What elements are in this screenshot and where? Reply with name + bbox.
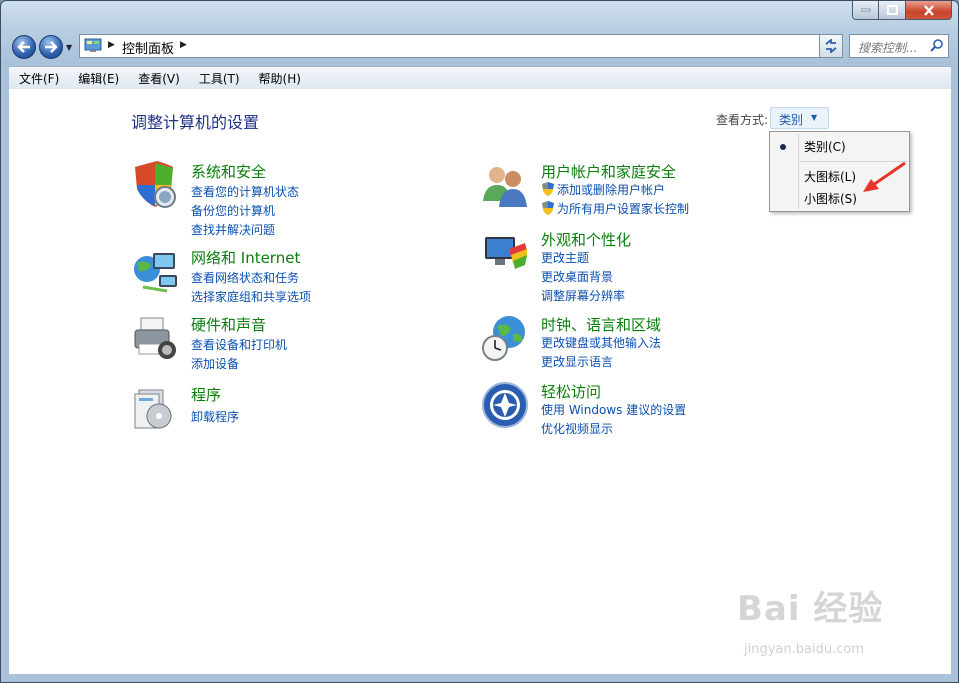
category-title[interactable]: 系统和安全 <box>191 161 266 182</box>
forward-arrow-icon <box>45 41 58 53</box>
link-add-remove-accounts[interactable]: 添加或删除用户帐户 <box>541 181 665 198</box>
menu-tools[interactable]: 工具(T) <box>189 70 249 87</box>
menu-item-large-icons[interactable]: 大图标(L) <box>804 168 856 185</box>
uac-shield-icon <box>542 182 554 196</box>
baidu-watermark-url: jingyan.baidu.com <box>744 642 864 657</box>
users-icon[interactable] <box>481 161 529 209</box>
back-button[interactable] <box>12 35 36 59</box>
back-arrow-icon <box>17 41 30 53</box>
link-uninstall-program[interactable]: 卸载程序 <box>191 408 239 425</box>
view-by-label: 查看方式: <box>716 113 769 127</box>
menu-item-category[interactable]: 类别(C) <box>804 138 846 155</box>
category-title[interactable]: 时钟、语言和区域 <box>541 314 661 335</box>
link-devices-printers[interactable]: 查看设备和打印机 <box>191 336 287 353</box>
link-change-background[interactable]: 更改桌面背景 <box>541 268 613 285</box>
breadcrumb-separator-icon[interactable]: ▶ <box>108 40 115 50</box>
shield-icon[interactable] <box>131 161 179 209</box>
link-change-keyboard[interactable]: 更改键盘或其他输入法 <box>541 334 661 351</box>
uac-shield-icon <box>542 201 554 215</box>
view-by-value: 类别 <box>779 113 804 127</box>
refresh-icon <box>825 39 837 53</box>
menu-item-small-icons[interactable]: 小图标(S) <box>804 190 857 207</box>
ease-of-access-icon[interactable] <box>481 381 529 429</box>
link-adjust-resolution[interactable]: 调整屏幕分辨率 <box>541 287 625 304</box>
link-view-computer-status[interactable]: 查看您的计算机状态 <box>191 183 299 200</box>
link-network-status[interactable]: 查看网络状态和任务 <box>191 269 299 286</box>
programs-icon[interactable] <box>131 384 179 432</box>
forward-button[interactable] <box>39 35 63 59</box>
link-windows-suggested-settings[interactable]: 使用 Windows 建议的设置 <box>541 401 686 418</box>
printer-icon[interactable] <box>131 314 179 362</box>
window-bottom-border <box>9 674 951 678</box>
link-parental-controls[interactable]: 为所有用户设置家长控制 <box>541 200 689 217</box>
radio-selected-icon <box>780 144 786 150</box>
menu-file[interactable]: 文件(F) <box>9 70 68 87</box>
search-icon[interactable] <box>930 39 944 53</box>
link-change-display-language[interactable]: 更改显示语言 <box>541 353 613 370</box>
category-title[interactable]: 轻松访问 <box>541 381 601 402</box>
link-add-device[interactable]: 添加设备 <box>191 355 239 372</box>
network-icon[interactable] <box>131 247 179 295</box>
search-box[interactable]: 搜索控制... <box>849 34 949 58</box>
minimize-button[interactable] <box>852 1 879 20</box>
breadcrumb-separator-icon[interactable]: ▶ <box>180 40 187 50</box>
recent-pages-dropdown[interactable]: ▼ <box>66 43 72 52</box>
menu-view[interactable]: 查看(V) <box>128 70 189 87</box>
category-title[interactable]: 外观和个性化 <box>541 229 631 250</box>
search-input[interactable]: 搜索控制... <box>858 39 917 56</box>
baidu-watermark-logo: Bai 经验 <box>737 589 884 629</box>
menu-help[interactable]: 帮助(H) <box>249 70 310 87</box>
control-panel-window: ▼ ▶ 控制面板 ▶ ▼ 搜索控制... 文件(F) 编辑(E) 查看(V) 工… <box>0 0 959 683</box>
caption-buttons <box>852 1 952 20</box>
clock-globe-icon[interactable] <box>481 314 529 362</box>
link-label: 为所有用户设置家长控制 <box>557 202 690 216</box>
category-title[interactable]: 硬件和声音 <box>191 314 266 335</box>
maximize-button[interactable] <box>879 1 906 20</box>
address-bar[interactable]: ▶ 控制面板 ▶ ▼ <box>79 34 843 58</box>
link-change-theme[interactable]: 更改主题 <box>541 249 589 266</box>
category-title[interactable]: 网络和 Internet <box>191 247 300 268</box>
menu-bar: 文件(F) 编辑(E) 查看(V) 工具(T) 帮助(H) <box>9 66 951 89</box>
link-backup-computer[interactable]: 备份您的计算机 <box>191 202 275 219</box>
category-title[interactable]: 程序 <box>191 384 221 405</box>
menu-gutter <box>798 134 799 209</box>
link-optimize-video[interactable]: 优化视频显示 <box>541 420 613 437</box>
refresh-button[interactable] <box>819 34 843 58</box>
main-content: 调整计算机的设置 查看方式: 类别 ▼ 类别(C) 大图标(L) 小图标(S) <box>9 89 951 674</box>
annotation-arrow <box>863 161 906 192</box>
chevron-down-icon: ▼ <box>811 113 818 122</box>
category-title[interactable]: 用户帐户和家庭安全 <box>541 161 676 182</box>
close-button[interactable] <box>906 1 952 20</box>
page-title: 调整计算机的设置 <box>131 113 260 132</box>
appearance-icon[interactable] <box>481 229 529 277</box>
link-label: 添加或删除用户帐户 <box>557 183 666 197</box>
close-icon <box>923 4 934 16</box>
link-homegroup-sharing[interactable]: 选择家庭组和共享选项 <box>191 288 311 305</box>
navigation-bar: ▼ ▶ 控制面板 ▶ ▼ 搜索控制... <box>9 31 949 61</box>
control-panel-icon <box>84 38 102 52</box>
view-by-dropdown[interactable]: 类别 ▼ <box>770 107 829 129</box>
menu-edit[interactable]: 编辑(E) <box>68 70 128 87</box>
breadcrumb-control-panel[interactable]: 控制面板 <box>122 38 174 57</box>
link-troubleshoot[interactable]: 查找并解决问题 <box>191 221 275 238</box>
